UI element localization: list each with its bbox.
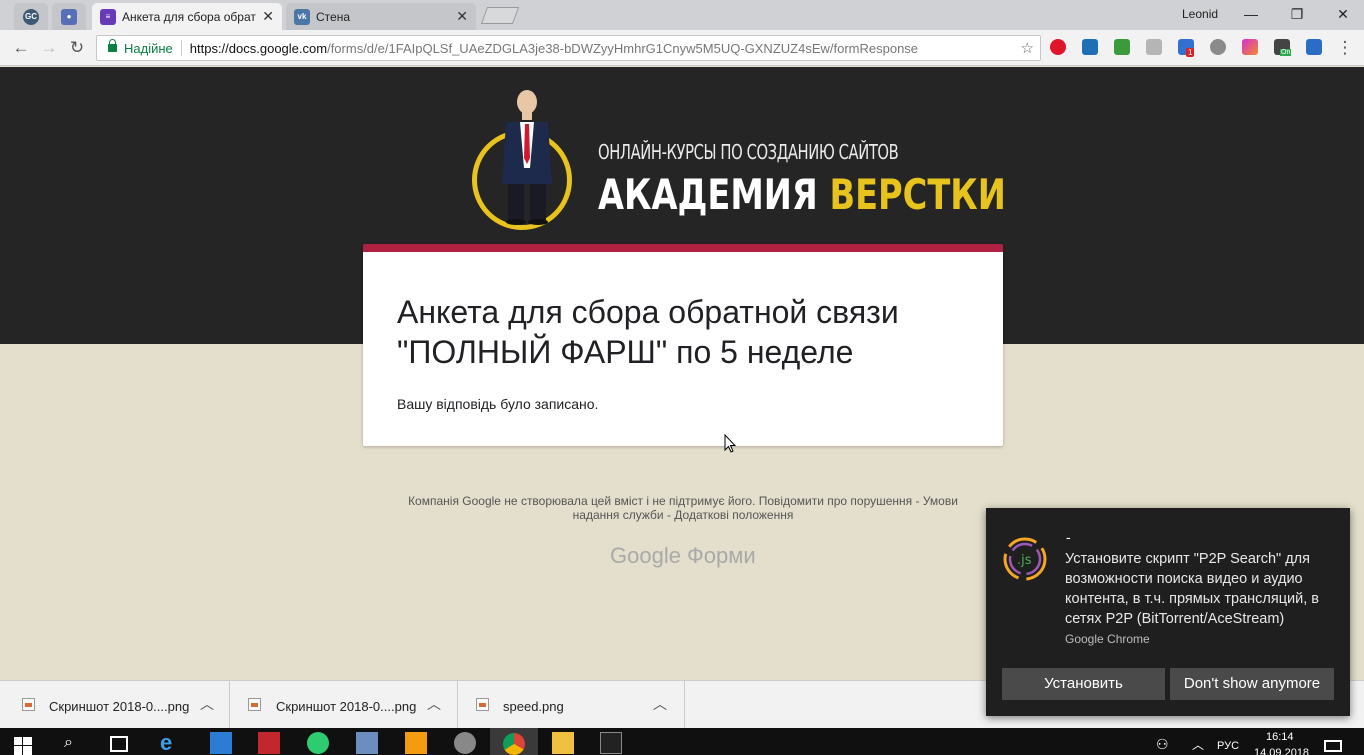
notification-title: - (1066, 529, 1071, 545)
logo-title: АКАДЕМИЯ ВЕРСТКИ (598, 170, 1006, 219)
extension-icon[interactable] (1306, 39, 1322, 55)
badge-count: 1 (1186, 48, 1195, 57)
extension-icon[interactable] (1082, 39, 1098, 55)
chevron-up-icon[interactable]: ︿ (1192, 736, 1204, 753)
filezilla-icon[interactable] (258, 732, 280, 754)
back-icon[interactable]: ← (10, 37, 32, 59)
profile-name[interactable]: Leonid (1182, 7, 1218, 21)
language-indicator[interactable]: РУС (1217, 740, 1239, 752)
svg-text:.js: .js (1017, 553, 1032, 568)
image-file-icon (476, 698, 489, 711)
lock-icon (108, 39, 117, 52)
chevron-up-icon[interactable]: ︿ (427, 694, 441, 714)
chat-ext-icon[interactable] (1210, 39, 1226, 55)
extension-icon[interactable] (1146, 39, 1162, 55)
menu-icon[interactable]: ⋮ (1334, 37, 1356, 59)
app-icon[interactable] (356, 732, 378, 754)
tab-label: Анкета для сбора обрат (122, 9, 256, 24)
new-tab-button[interactable] (480, 7, 520, 24)
dont-show-button[interactable]: Don't show anymore (1170, 668, 1334, 700)
app-icon[interactable] (454, 732, 476, 754)
footer-disclaimer: Компанія Google не створювала цей вміст … (390, 494, 976, 522)
cursor-icon (724, 434, 736, 453)
tab-google-form[interactable]: ≡ Анкета для сбора обрат ✕ (92, 3, 282, 30)
tab-label: Стена (316, 9, 351, 24)
tab-gc[interactable]: GC (14, 3, 48, 30)
footer-line[interactable]: Компанія Google не створювала цей вміст … (390, 494, 976, 508)
close-window-icon[interactable]: ✕ (1328, 3, 1358, 25)
image-file-icon (248, 698, 261, 711)
color-ext-icon[interactable] (1242, 39, 1258, 55)
vpn-ext-icon[interactable]: On (1274, 39, 1292, 56)
clock-date[interactable]: 14.09.2018 (1254, 747, 1309, 755)
reload-icon[interactable]: ↻ (66, 37, 88, 59)
clock-time[interactable]: 16:14 (1266, 731, 1294, 743)
address-bar[interactable]: Надійне https://docs.google.com /forms/d… (96, 35, 1041, 61)
bookmark-star-icon[interactable]: ☆ (1021, 39, 1034, 57)
tab-vk[interactable]: vk Стена ✕ (286, 3, 476, 30)
notification-source: Google Chrome (1065, 632, 1150, 646)
browser-toolbar: ← → ↻ Надійне https://docs.google.com /f… (0, 30, 1364, 66)
academy-logo: ОНЛАЙН-КУРСЫ ПО СОЗДАНИЮ САЙТОВ АКАДЕМИЯ… (472, 88, 1006, 236)
app-icon[interactable] (210, 732, 232, 754)
opera-icon[interactable] (1050, 39, 1066, 55)
chrome-taskbar-item[interactable] (490, 728, 538, 755)
install-button[interactable]: Установить (1002, 668, 1165, 700)
mascot-illustration (502, 90, 552, 225)
download-filename: speed.png (503, 699, 564, 714)
logo-title-part1: АКАДЕМИЯ (598, 170, 818, 219)
logo-title-part2: ВЕРСТКИ (829, 170, 1006, 219)
google-forms-logo[interactable]: Google Форми (610, 543, 756, 569)
vk-icon: vk (294, 8, 310, 25)
logo-subtitle: ОНЛАЙН-КУРСЫ ПО СОЗДАНИЮ САЙТОВ (598, 140, 899, 164)
tab-screen-record[interactable]: ● (52, 3, 86, 30)
response-recorded-message: Вашу відповідь було записано. (397, 396, 599, 412)
task-view-icon[interactable] (110, 736, 128, 752)
download-filename: Скриншот 2018-0....png (276, 699, 417, 714)
form-title: Анкета для сбора обратной связи "ПОЛНЫЙ … (397, 294, 899, 370)
chrome-notification: .js - Установите скрипт "P2P Search" для… (986, 508, 1350, 716)
google-forms-icon: ≡ (100, 8, 116, 25)
download-filename: Скриншот 2018-0....png (49, 699, 190, 714)
badge-on: On (1280, 49, 1292, 56)
search-icon[interactable]: ⌕ (64, 734, 73, 752)
windows-taskbar: ⌕ e ⚇ ︿ РУС 16:14 14.09.2018 (0, 728, 1364, 755)
download-item[interactable]: Скриншот 2018-0....png ︿ (230, 681, 458, 729)
chevron-up-icon[interactable]: ︿ (653, 694, 667, 714)
footer-line[interactable]: надання служби - Додаткові положення (390, 508, 976, 522)
url-host: https://docs.google.com (189, 40, 328, 56)
image-file-icon (22, 698, 35, 711)
url-path: /forms/d/e/1FAIpQLSf_UAeZDGLA3je38-bDWZy… (327, 40, 919, 56)
notification-center-icon[interactable] (1324, 740, 1342, 752)
forward-icon[interactable]: → (38, 37, 60, 59)
secure-label: Надійне (124, 40, 173, 56)
minimize-icon[interactable]: — (1236, 3, 1266, 25)
notification-body: Установите скрипт "P2P Search" для возмо… (1065, 551, 1320, 627)
download-item[interactable]: Скриншот 2018-0....png ︿ (0, 681, 230, 729)
acestream-js-icon: .js (1003, 537, 1047, 581)
download-ext-icon[interactable] (1114, 39, 1130, 55)
close-icon[interactable]: ✕ (456, 8, 468, 25)
app-icon[interactable] (307, 732, 329, 754)
browser-titlebar: GC ● ≡ Анкета для сбора обрат ✕ vk Стена… (0, 0, 1364, 30)
download-item[interactable]: speed.png ︿ (458, 681, 685, 729)
divider (180, 40, 182, 56)
close-icon[interactable]: ✕ (262, 8, 274, 25)
screen-record-icon: ● (61, 8, 77, 25)
translate-ext-icon[interactable]: 1 (1178, 39, 1195, 57)
sublime-icon[interactable] (405, 732, 427, 754)
chrome-icon (503, 733, 525, 755)
chevron-up-icon[interactable]: ︿ (200, 694, 214, 714)
gc-icon: GC (23, 8, 39, 25)
restore-icon[interactable]: ❐ (1282, 3, 1312, 25)
windows-start-icon[interactable] (14, 737, 32, 755)
terminal-icon[interactable] (600, 732, 622, 754)
file-explorer-icon[interactable] (552, 732, 574, 754)
edge-icon[interactable]: e (160, 732, 182, 754)
form-response-card: Анкета для сбора обратной связи "ПОЛНЫЙ … (363, 244, 1003, 446)
people-icon[interactable]: ⚇ (1156, 736, 1169, 753)
